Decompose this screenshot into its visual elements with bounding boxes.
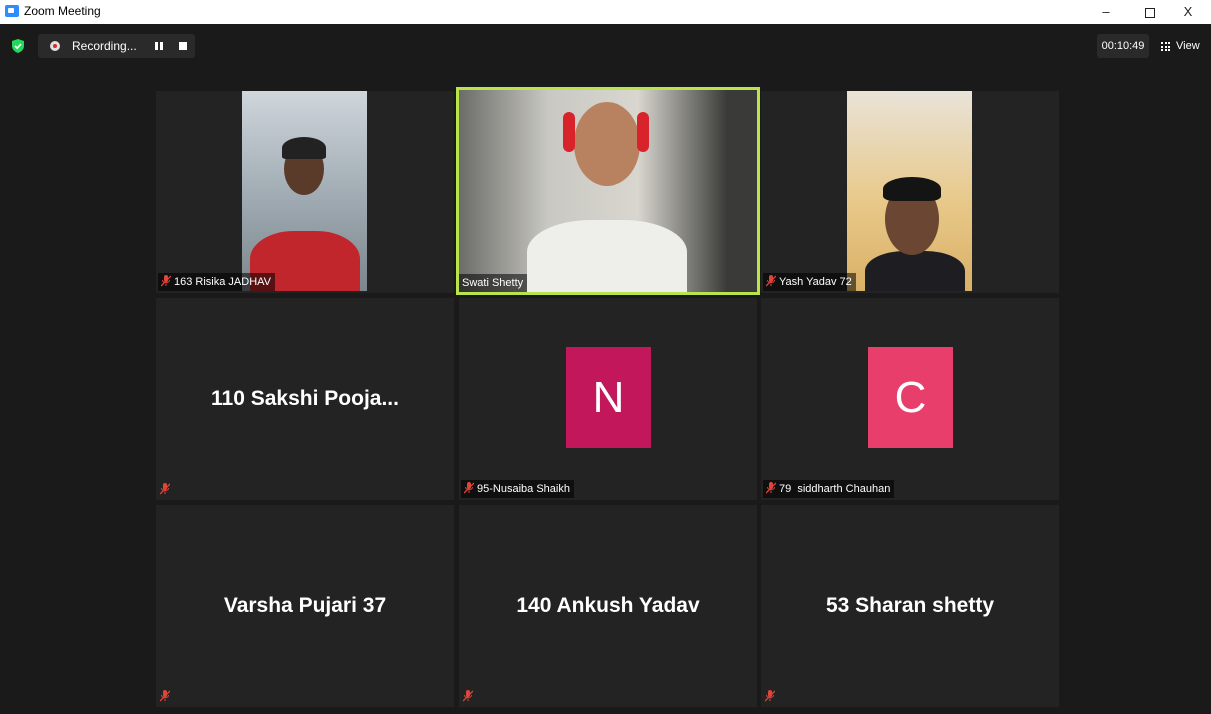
view-label: View [1176, 40, 1200, 52]
participant-tile-sakshi[interactable]: 110 Sakshi Pooja... [156, 298, 454, 500]
participant-tile-ankush[interactable]: 140 Ankush Yadav [459, 505, 757, 707]
pause-recording-button[interactable] [154, 41, 166, 51]
meeting-area: Recording... 00:10:49 View 163 Risika JA… [0, 24, 1211, 714]
muted-mic-icon [765, 690, 775, 702]
minimize-button[interactable]: – [1090, 1, 1122, 23]
participant-video [242, 91, 367, 291]
participant-name: Swati Shetty [462, 277, 524, 289]
participant-name: Varsha Pujari 37 [223, 594, 387, 617]
view-button[interactable]: View [1158, 34, 1206, 58]
participant-tile-sharan[interactable]: 53 Sharan shetty [761, 505, 1059, 707]
recording-dot-icon [50, 41, 60, 51]
participant-tile-siddharth[interactable]: C 79 siddharth Chauhan [761, 298, 1059, 500]
participant-name: 163 Risika JADHAV [174, 276, 271, 288]
muted-mic-icon [161, 275, 171, 287]
shield-icon[interactable] [12, 39, 24, 53]
participant-name: 53 Sharan shetty [825, 594, 995, 617]
participant-video [459, 90, 757, 292]
maximize-button[interactable] [1134, 1, 1166, 23]
recording-indicator: Recording... [38, 34, 195, 58]
participant-tile-yash[interactable]: Yash Yadav 72 [761, 91, 1059, 293]
participant-name: 95-Nusaiba Shaikh [477, 483, 570, 495]
participant-tile-varsha[interactable]: Varsha Pujari 37 [156, 505, 454, 707]
participant-tile-nusaiba[interactable]: N 95-Nusaiba Shaikh [459, 298, 757, 500]
participant-tile-swati[interactable]: Swati Shetty [456, 87, 760, 295]
participant-name-tag: 163 Risika JADHAV [158, 273, 275, 291]
participant-avatar: N [566, 347, 651, 448]
muted-mic-icon [766, 275, 776, 287]
muted-mic-icon [463, 690, 473, 702]
participant-name-tag: Yash Yadav 72 [763, 273, 856, 291]
window-titlebar: Zoom Meeting – X [0, 0, 1211, 24]
participant-name-tag: Swati Shetty [459, 274, 528, 292]
participant-video [847, 91, 972, 291]
participant-avatar: C [868, 347, 953, 448]
participant-name: 110 Sakshi Pooja... [211, 387, 399, 410]
stop-recording-button[interactable] [179, 42, 187, 50]
participant-name: 79 siddharth Chauhan [779, 483, 891, 495]
window-title: Zoom Meeting [24, 4, 101, 18]
maximize-icon [1145, 7, 1155, 18]
close-button[interactable]: X [1172, 1, 1204, 23]
participant-tile-risika[interactable]: 163 Risika JADHAV [156, 91, 454, 293]
muted-mic-icon [160, 483, 170, 495]
muted-mic-icon [160, 690, 170, 702]
zoom-app-icon [5, 5, 19, 17]
muted-mic-icon [464, 482, 474, 494]
participant-name-tag: 95-Nusaiba Shaikh [461, 480, 574, 498]
muted-mic-icon [766, 482, 776, 494]
participant-name: Yash Yadav 72 [779, 276, 852, 288]
recording-label: Recording... [72, 39, 137, 53]
grid-view-icon [1161, 42, 1170, 51]
participant-name: 140 Ankush Yadav [516, 594, 700, 617]
participant-name-tag: 79 siddharth Chauhan [763, 480, 895, 498]
meeting-timer: 00:10:49 [1097, 34, 1149, 58]
